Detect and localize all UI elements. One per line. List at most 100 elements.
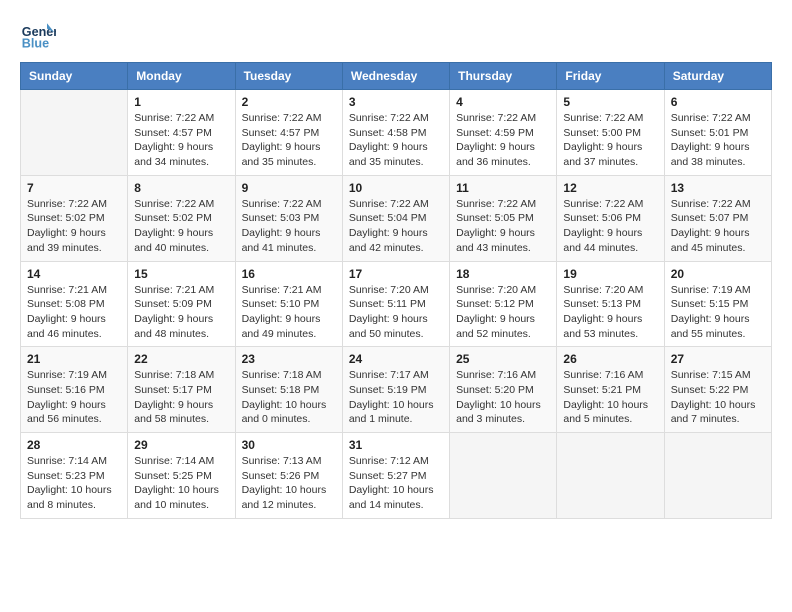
day-cell [21, 90, 128, 176]
day-number: 21 [27, 352, 121, 366]
day-info: Sunrise: 7:22 AMSunset: 4:58 PMDaylight:… [349, 111, 443, 170]
day-info: Sunrise: 7:16 AMSunset: 5:20 PMDaylight:… [456, 368, 550, 427]
day-info: Sunrise: 7:18 AMSunset: 5:18 PMDaylight:… [242, 368, 336, 427]
header-cell-thursday: Thursday [450, 63, 557, 90]
day-cell: 23 Sunrise: 7:18 AMSunset: 5:18 PMDayligh… [235, 347, 342, 433]
day-info: Sunrise: 7:22 AMSunset: 5:07 PMDaylight:… [671, 197, 765, 256]
day-cell: 24 Sunrise: 7:17 AMSunset: 5:19 PMDayligh… [342, 347, 449, 433]
day-number: 15 [134, 267, 228, 281]
week-row-1: 1 Sunrise: 7:22 AMSunset: 4:57 PMDaylight… [21, 90, 772, 176]
day-cell: 14 Sunrise: 7:21 AMSunset: 5:08 PMDayligh… [21, 261, 128, 347]
day-number: 17 [349, 267, 443, 281]
day-info: Sunrise: 7:12 AMSunset: 5:27 PMDaylight:… [349, 454, 443, 513]
day-number: 3 [349, 95, 443, 109]
day-number: 28 [27, 438, 121, 452]
day-info: Sunrise: 7:17 AMSunset: 5:19 PMDaylight:… [349, 368, 443, 427]
day-cell [557, 433, 664, 519]
day-cell: 6Sunrise: 7:22 AMSunset: 5:01 PMDaylight… [664, 90, 771, 176]
header-cell-friday: Friday [557, 63, 664, 90]
day-cell: 4 Sunrise: 7:22 AMSunset: 4:59 PMDaylight… [450, 90, 557, 176]
day-cell: 15 Sunrise: 7:21 AMSunset: 5:09 PMDayligh… [128, 261, 235, 347]
day-info: Sunrise: 7:22 AMSunset: 5:06 PMDaylight:… [563, 197, 657, 256]
day-cell: 1 Sunrise: 7:22 AMSunset: 4:57 PMDaylight… [128, 90, 235, 176]
day-cell: 13Sunrise: 7:22 AMSunset: 5:07 PMDayligh… [664, 175, 771, 261]
day-info: Sunrise: 7:20 AMSunset: 5:13 PMDaylight:… [563, 283, 657, 342]
day-info: Sunrise: 7:22 AMSunset: 4:57 PMDaylight:… [134, 111, 228, 170]
day-cell: 10 Sunrise: 7:22 AMSunset: 5:04 PMDayligh… [342, 175, 449, 261]
header-cell-sunday: Sunday [21, 63, 128, 90]
day-cell: 9Sunrise: 7:22 AMSunset: 5:03 PMDaylight… [235, 175, 342, 261]
header-row: SundayMondayTuesdayWednesdayThursdayFrid… [21, 63, 772, 90]
day-cell: 26Sunrise: 7:16 AMSunset: 5:21 PMDayligh… [557, 347, 664, 433]
day-number: 10 [349, 181, 443, 195]
day-info: Sunrise: 7:19 AMSunset: 5:15 PMDaylight:… [671, 283, 765, 342]
day-info: Sunrise: 7:20 AMSunset: 5:11 PMDaylight:… [349, 283, 443, 342]
day-cell: 28Sunrise: 7:14 AMSunset: 5:23 PMDayligh… [21, 433, 128, 519]
day-number: 23 [242, 352, 336, 366]
day-info: Sunrise: 7:22 AMSunset: 5:03 PMDaylight:… [242, 197, 336, 256]
day-number: 25 [456, 352, 550, 366]
day-number: 31 [349, 438, 443, 452]
header-cell-monday: Monday [128, 63, 235, 90]
day-info: Sunrise: 7:14 AMSunset: 5:25 PMDaylight:… [134, 454, 228, 513]
day-cell: 19 Sunrise: 7:20 AMSunset: 5:13 PMDayligh… [557, 261, 664, 347]
day-cell: 2 Sunrise: 7:22 AMSunset: 4:57 PMDaylight… [235, 90, 342, 176]
day-cell [450, 433, 557, 519]
day-number: 19 [563, 267, 657, 281]
day-number: 1 [134, 95, 228, 109]
day-number: 7 [27, 181, 121, 195]
day-cell: 17 Sunrise: 7:20 AMSunset: 5:11 PMDayligh… [342, 261, 449, 347]
calendar-header: SundayMondayTuesdayWednesdayThursdayFrid… [21, 63, 772, 90]
day-number: 30 [242, 438, 336, 452]
day-info: Sunrise: 7:22 AMSunset: 5:05 PMDaylight:… [456, 197, 550, 256]
day-cell: 29 Sunrise: 7:14 AMSunset: 5:25 PMDayligh… [128, 433, 235, 519]
day-number: 18 [456, 267, 550, 281]
day-cell: 16 Sunrise: 7:21 AMSunset: 5:10 PMDayligh… [235, 261, 342, 347]
day-cell: 18 Sunrise: 7:20 AMSunset: 5:12 PMDayligh… [450, 261, 557, 347]
day-number: 6 [671, 95, 765, 109]
day-info: Sunrise: 7:22 AMSunset: 5:02 PMDaylight:… [134, 197, 228, 256]
day-info: Sunrise: 7:21 AMSunset: 5:10 PMDaylight:… [242, 283, 336, 342]
day-info: Sunrise: 7:21 AMSunset: 5:08 PMDaylight:… [27, 283, 121, 342]
day-number: 4 [456, 95, 550, 109]
header-cell-tuesday: Tuesday [235, 63, 342, 90]
day-info: Sunrise: 7:18 AMSunset: 5:17 PMDaylight:… [134, 368, 228, 427]
day-cell: 5 Sunrise: 7:22 AMSunset: 5:00 PMDaylight… [557, 90, 664, 176]
day-info: Sunrise: 7:22 AMSunset: 4:59 PMDaylight:… [456, 111, 550, 170]
logo-icon: General Blue [20, 16, 56, 52]
day-cell: 11Sunrise: 7:22 AMSunset: 5:05 PMDayligh… [450, 175, 557, 261]
day-cell: 30Sunrise: 7:13 AMSunset: 5:26 PMDayligh… [235, 433, 342, 519]
day-number: 5 [563, 95, 657, 109]
day-cell: 7 Sunrise: 7:22 AMSunset: 5:02 PMDaylight… [21, 175, 128, 261]
day-number: 2 [242, 95, 336, 109]
day-number: 24 [349, 352, 443, 366]
day-info: Sunrise: 7:16 AMSunset: 5:21 PMDaylight:… [563, 368, 657, 427]
day-cell: 25 Sunrise: 7:16 AMSunset: 5:20 PMDayligh… [450, 347, 557, 433]
header-cell-wednesday: Wednesday [342, 63, 449, 90]
calendar-body: 1 Sunrise: 7:22 AMSunset: 4:57 PMDaylight… [21, 90, 772, 519]
day-number: 14 [27, 267, 121, 281]
day-cell: 20 Sunrise: 7:19 AMSunset: 5:15 PMDayligh… [664, 261, 771, 347]
day-cell: 12 Sunrise: 7:22 AMSunset: 5:06 PMDayligh… [557, 175, 664, 261]
day-info: Sunrise: 7:21 AMSunset: 5:09 PMDaylight:… [134, 283, 228, 342]
day-number: 29 [134, 438, 228, 452]
week-row-4: 21 Sunrise: 7:19 AMSunset: 5:16 PMDayligh… [21, 347, 772, 433]
week-row-3: 14 Sunrise: 7:21 AMSunset: 5:08 PMDayligh… [21, 261, 772, 347]
header-cell-saturday: Saturday [664, 63, 771, 90]
day-info: Sunrise: 7:22 AMSunset: 5:04 PMDaylight:… [349, 197, 443, 256]
day-number: 12 [563, 181, 657, 195]
day-cell: 8 Sunrise: 7:22 AMSunset: 5:02 PMDaylight… [128, 175, 235, 261]
day-info: Sunrise: 7:19 AMSunset: 5:16 PMDaylight:… [27, 368, 121, 427]
day-info: Sunrise: 7:22 AMSunset: 5:02 PMDaylight:… [27, 197, 121, 256]
day-number: 20 [671, 267, 765, 281]
day-cell: 3 Sunrise: 7:22 AMSunset: 4:58 PMDaylight… [342, 90, 449, 176]
day-number: 22 [134, 352, 228, 366]
day-number: 8 [134, 181, 228, 195]
day-cell: 31 Sunrise: 7:12 AMSunset: 5:27 PMDayligh… [342, 433, 449, 519]
day-info: Sunrise: 7:22 AMSunset: 4:57 PMDaylight:… [242, 111, 336, 170]
calendar-table: SundayMondayTuesdayWednesdayThursdayFrid… [20, 62, 772, 519]
day-info: Sunrise: 7:20 AMSunset: 5:12 PMDaylight:… [456, 283, 550, 342]
day-number: 16 [242, 267, 336, 281]
day-info: Sunrise: 7:15 AMSunset: 5:22 PMDaylight:… [671, 368, 765, 427]
day-info: Sunrise: 7:22 AMSunset: 5:00 PMDaylight:… [563, 111, 657, 170]
